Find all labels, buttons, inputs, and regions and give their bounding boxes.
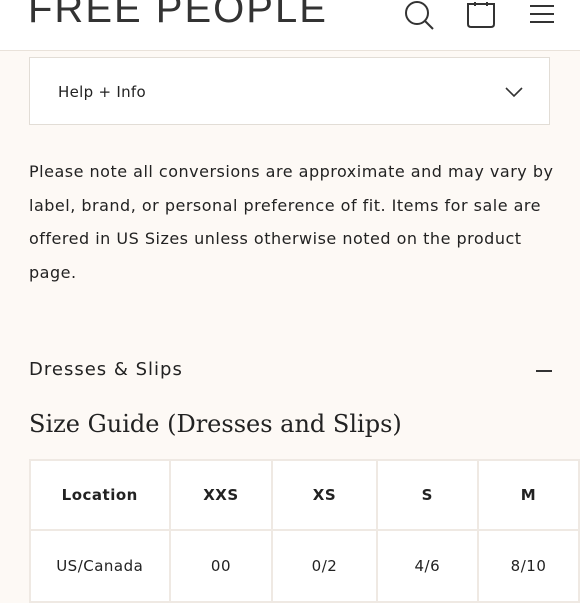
site-header: FREE PEOPLE (0, 0, 580, 51)
help-info-accordion[interactable]: Help + Info (29, 57, 550, 125)
table-header-row: Location XXS XS S M (29, 459, 580, 531)
table-cell: 00 (168, 529, 274, 603)
help-info-label: Help + Info (58, 83, 146, 101)
table-header-cell: XS (271, 459, 378, 531)
menu-icon[interactable] (530, 4, 554, 24)
search-icon[interactable] (402, 0, 436, 32)
bag-icon[interactable] (465, 0, 497, 30)
collapse-icon[interactable] (536, 370, 552, 372)
table-header-cell: M (477, 459, 580, 531)
conversion-note: Please note all conversions are approxim… (29, 162, 554, 282)
table-cell: 0/2 (271, 529, 378, 603)
table-cell: 4/6 (375, 529, 480, 603)
size-guide-heading: Size Guide (Dresses and Slips) (29, 410, 402, 438)
section-title-dresses-slips[interactable]: Dresses & Slips (29, 359, 183, 380)
chevron-down-icon (505, 87, 523, 98)
table-cell: US/Canada (29, 529, 171, 603)
table-header-cell: S (375, 459, 480, 531)
size-table: Location XXS XS S M US/Canada 00 0/2 4/6… (29, 459, 580, 603)
table-cell: 8/10 (477, 529, 580, 603)
table-row: US/Canada 00 0/2 4/6 8/10 (29, 529, 580, 603)
table-header-cell: Location (29, 459, 171, 531)
table-header-cell: XXS (168, 459, 274, 531)
logo[interactable]: FREE PEOPLE (28, 0, 328, 32)
